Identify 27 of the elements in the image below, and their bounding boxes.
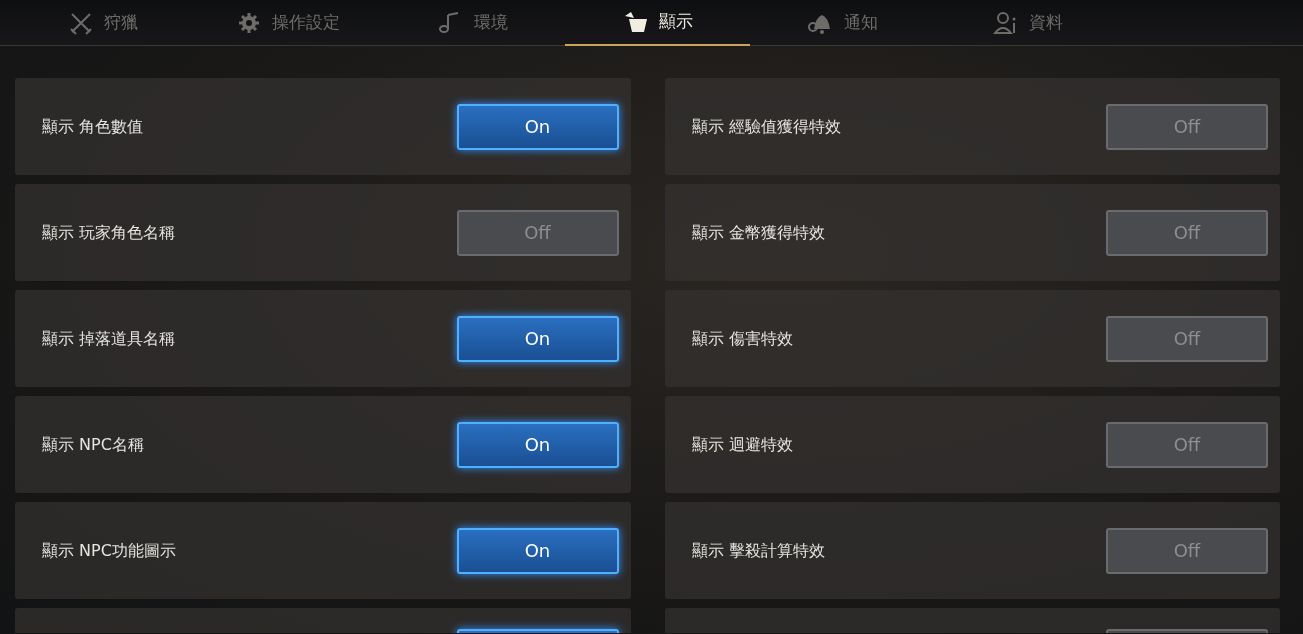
setting-label: 顯示 掉落道具名稱	[42, 327, 176, 350]
toggle-button[interactable]: Off	[1106, 527, 1268, 574]
toggle-button[interactable]: Off	[1106, 103, 1268, 150]
tab[interactable]: 環境	[380, 0, 565, 46]
setting-label: 顯示 迴避特效	[691, 433, 793, 456]
toggle-button[interactable]: Off	[456, 209, 619, 256]
toggle-button[interactable]: On	[456, 103, 619, 150]
toggle-button[interactable]: Off	[1106, 209, 1268, 256]
toggle-button[interactable]: On	[456, 315, 619, 362]
setting-label: 顯示 擊殺計算特效	[691, 539, 825, 562]
tab[interactable]: 顯示	[565, 0, 750, 46]
toggle-button[interactable]: Off	[1106, 421, 1268, 468]
setting-label: 顯示 經驗值獲得特效	[691, 115, 841, 138]
tab[interactable]: 操作設定	[195, 0, 380, 46]
setting-label: 顯示 金幣獲得特效	[691, 221, 825, 244]
tab[interactable]: 狩獵	[10, 0, 195, 46]
swords-icon	[67, 11, 94, 35]
setting-label: 顯示 傷害特效	[691, 327, 793, 350]
tab[interactable]: 資料	[935, 0, 1120, 46]
setting-label: 顯示 NPC名稱	[42, 433, 144, 456]
toggle-button[interactable]: On	[456, 527, 619, 574]
setting-label: 顯示 玩家角色名稱	[42, 221, 176, 244]
toggle-button[interactable]: On	[456, 421, 619, 468]
tab[interactable]: 通知	[750, 0, 935, 46]
toggle-button[interactable]: Off	[1106, 315, 1268, 362]
setting-label: 顯示 角色數值	[42, 115, 144, 138]
setting-label: 顯示 NPC功能圖示	[42, 539, 176, 562]
